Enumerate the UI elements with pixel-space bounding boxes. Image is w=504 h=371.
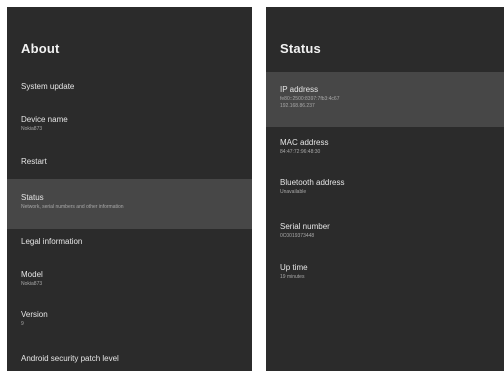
- menu-item-version[interactable]: Version 9: [7, 310, 252, 328]
- menu-item-system-update[interactable]: System update: [7, 82, 252, 91]
- menu-item-security-patch-level[interactable]: Android security patch level: [7, 354, 252, 363]
- about-panel: About System update Device name Nokia873…: [7, 7, 252, 371]
- menu-item-device-name[interactable]: Device name Nokia873: [7, 115, 252, 133]
- status-item-label: Bluetooth address: [280, 178, 345, 187]
- menu-item-label: Android security patch level: [21, 354, 119, 363]
- menu-item-value: Network, serial numbers and other inform…: [21, 204, 124, 210]
- status-title: Status: [280, 41, 321, 56]
- menu-item-label: Legal information: [21, 237, 83, 246]
- menu-item-label: Restart: [21, 157, 47, 166]
- status-item-bluetooth-address[interactable]: Bluetooth address Unavailable: [266, 178, 504, 196]
- menu-item-label: Version: [21, 310, 48, 319]
- status-item-label: MAC address: [280, 138, 329, 147]
- menu-item-legal-information[interactable]: Legal information: [7, 237, 252, 246]
- menu-item-value: Nokia873: [21, 126, 43, 132]
- status-item-mac-address[interactable]: MAC address 84:47:72:96:48:30: [266, 138, 504, 156]
- menu-item-model[interactable]: Model Nokia873: [7, 270, 252, 288]
- status-item-label: IP address: [280, 85, 319, 94]
- menu-item-restart[interactable]: Restart: [7, 157, 252, 166]
- status-item-value: 19 minutes: [280, 274, 305, 280]
- menu-item-status[interactable]: Status Network, serial numbers and other…: [7, 179, 252, 229]
- status-item-value: 84:47:72:96:48:30: [280, 149, 321, 155]
- menu-item-label: Status: [21, 193, 44, 202]
- status-item-ip-address[interactable]: IP address fe80::2500:8397:7fb3:4c67 192…: [266, 72, 504, 127]
- status-item-serial-number[interactable]: Serial number 0C0019373448: [266, 222, 504, 240]
- status-item-label: Up time: [280, 263, 308, 272]
- about-title: About: [21, 41, 60, 56]
- status-item-up-time[interactable]: Up time 19 minutes: [266, 263, 504, 281]
- menu-item-label: Device name: [21, 115, 68, 124]
- status-item-label: Serial number: [280, 222, 330, 231]
- status-item-value: Unavailable: [280, 189, 307, 195]
- status-item-value: fe80::2500:8397:7fb3:4c67: [280, 96, 340, 102]
- menu-item-label: System update: [21, 82, 75, 91]
- menu-item-label: Model: [21, 270, 43, 279]
- menu-item-value: Nokia873: [21, 281, 43, 287]
- menu-item-value: 9: [21, 321, 24, 327]
- status-item-value: 0C0019373448: [280, 233, 315, 239]
- status-item-value-secondary: 192.168.86.237: [280, 103, 315, 109]
- status-panel: Status IP address fe80::2500:8397:7fb3:4…: [266, 7, 504, 371]
